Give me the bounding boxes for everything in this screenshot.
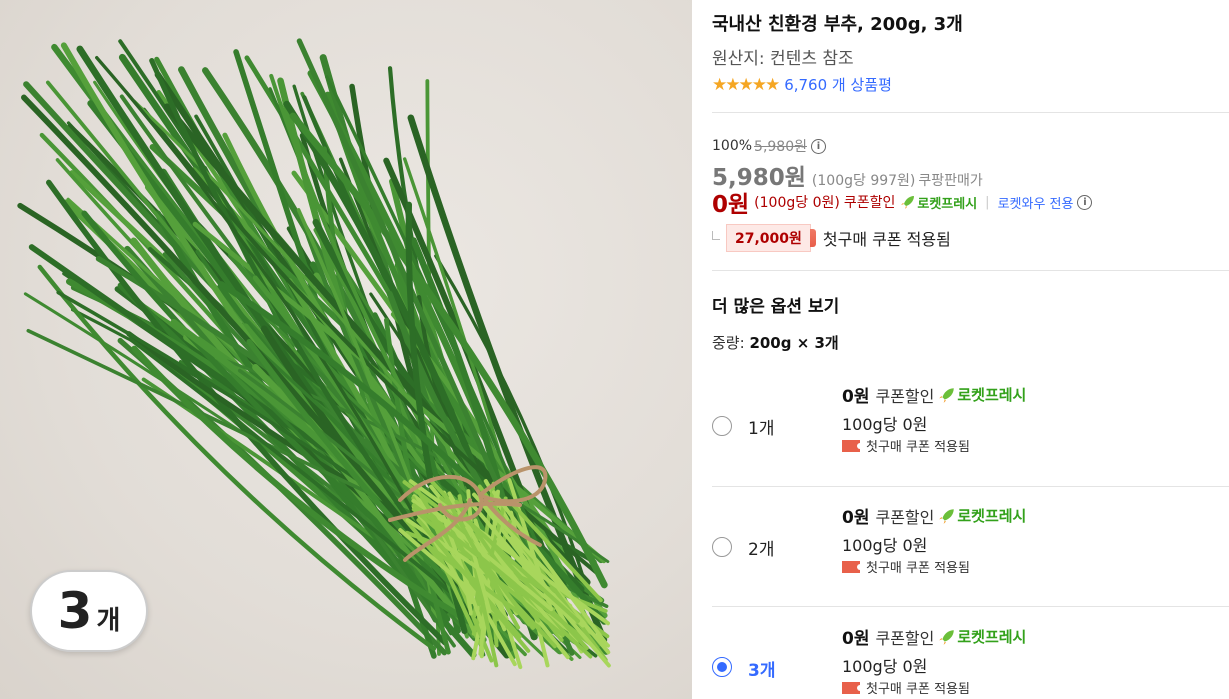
rocket-fresh-label: 로켓프레시: [957, 507, 1027, 525]
more-options-title: 더 많은 옵션 보기: [712, 297, 840, 317]
first-coupon-text: 첫구매 쿠폰 적용됨: [822, 230, 951, 249]
quantity-badge-unit: 개: [96, 605, 121, 636]
weight-value: 200g × 3개: [749, 334, 839, 352]
divider: [712, 270, 1229, 271]
info-icon[interactable]: i: [1077, 194, 1093, 210]
coupon-ticket-icon: [842, 439, 863, 452]
coupon-price: 0원: [712, 192, 750, 218]
quantity-badge-number: 3: [57, 582, 93, 640]
option-coupon-text: 첫구매 쿠폰 적용됨: [866, 440, 970, 455]
option-price-row: 0원 쿠폰할인 로켓프레시: [842, 624, 1026, 649]
option-price: 0원: [842, 387, 870, 407]
option-price: 0원: [842, 508, 870, 528]
quantity-badge: 3 개: [30, 570, 148, 652]
coupon-ticket-icon: [842, 681, 863, 694]
rocket-icon: [939, 629, 955, 645]
product-title: 국내산 친환경 부추, 200g, 3개: [712, 14, 963, 35]
option-coupon-label: 쿠폰할인: [875, 507, 935, 527]
divider: [712, 606, 1229, 607]
option-coupon-row: 첫구매 쿠폰 적용됨: [842, 436, 970, 455]
rocket-icon: [939, 508, 955, 524]
option-unit-price: 100g당 0원: [842, 536, 928, 555]
option-unit-price: 100g당 0원: [842, 657, 928, 676]
weight-row: 중량: 200g × 3개: [712, 332, 839, 353]
divider: [712, 112, 1229, 113]
option-unit-price: 100g당 0원: [842, 415, 928, 434]
rocket-wow-label: 로켓와우 전용: [997, 196, 1074, 212]
rocket-fresh-label: 로켓프레시: [957, 386, 1027, 404]
option-label[interactable]: 2개: [748, 535, 774, 560]
option-coupon-label: 쿠폰할인: [875, 386, 935, 406]
product-origin: 원산지: 컨텐츠 참조: [712, 49, 854, 69]
option-item[interactable]: 3개 0원 쿠폰할인 로켓프레시 100g당 0원 첫구매 쿠폰 적용됨: [712, 610, 1229, 699]
star-rating-icon: ★★★★★: [712, 74, 780, 95]
rocket-fresh-label: 로켓프레시: [917, 196, 978, 212]
radio-button[interactable]: [712, 416, 732, 436]
option-price-row: 0원 쿠폰할인 로켓프레시: [842, 382, 1026, 407]
product-image[interactable]: 3 개: [0, 0, 692, 699]
discount-row: 100% 5,980원 i: [712, 136, 826, 156]
option-price-row: 0원 쿠폰할인 로켓프레시: [842, 503, 1026, 528]
option-coupon-text: 첫구매 쿠폰 적용됨: [866, 682, 970, 697]
coupon-price-row: 0원 (100g당 0원) 쿠폰할인 로켓프레시 | 로켓와우 전용 i: [712, 185, 1093, 219]
radio-button[interactable]: [712, 537, 732, 557]
separator: |: [985, 194, 990, 210]
option-label[interactable]: 3개: [748, 656, 775, 681]
rocket-icon: [939, 387, 955, 403]
option-coupon-label: 쿠폰할인: [875, 628, 935, 648]
rocket-icon: [901, 196, 915, 209]
rocket-fresh-label: 로켓프레시: [957, 628, 1027, 646]
option-coupon-row: 첫구매 쿠폰 적용됨: [842, 557, 970, 576]
weight-label: 중량:: [712, 334, 745, 352]
option-item[interactable]: 1개 0원 쿠폰할인 로켓프레시 100g당 0원 첫구매 쿠폰 적용됨: [712, 368, 1229, 488]
coupon-amount-chip: 27,000원: [726, 224, 816, 252]
rating-row[interactable]: ★★★★★ 6,760 개 상품평: [712, 74, 892, 95]
coupon-ticket-icon: [842, 560, 863, 573]
radio-button-selected[interactable]: [712, 657, 732, 677]
option-item[interactable]: 2개 0원 쿠폰할인 로켓프레시 100g당 0원 첫구매 쿠폰 적용됨: [712, 489, 1229, 609]
divider: [712, 486, 1229, 487]
elbow-connector: [712, 230, 720, 240]
original-price: 5,980원: [754, 139, 807, 155]
coupon-unit-price: (100g당 0원): [754, 195, 840, 211]
rocket-fresh-badge: 로켓프레시: [900, 193, 977, 212]
product-info-panel: 국내산 친환경 부추, 200g, 3개 원산지: 컨텐츠 참조 ★★★★★ 6…: [712, 0, 1229, 699]
option-coupon-text: 첫구매 쿠폰 적용됨: [866, 561, 970, 576]
discount-rate: 100%: [712, 138, 753, 154]
info-icon[interactable]: i: [811, 138, 826, 154]
coupon-label: 쿠폰할인: [843, 195, 896, 211]
option-coupon-row: 첫구매 쿠폰 적용됨: [842, 678, 970, 697]
first-purchase-coupon: 27,000원 첫구매 쿠폰 적용됨: [712, 224, 951, 252]
option-price: 0원: [842, 629, 870, 649]
option-label[interactable]: 1개: [748, 414, 774, 439]
review-count-link[interactable]: 6,760 개 상품평: [784, 74, 892, 95]
